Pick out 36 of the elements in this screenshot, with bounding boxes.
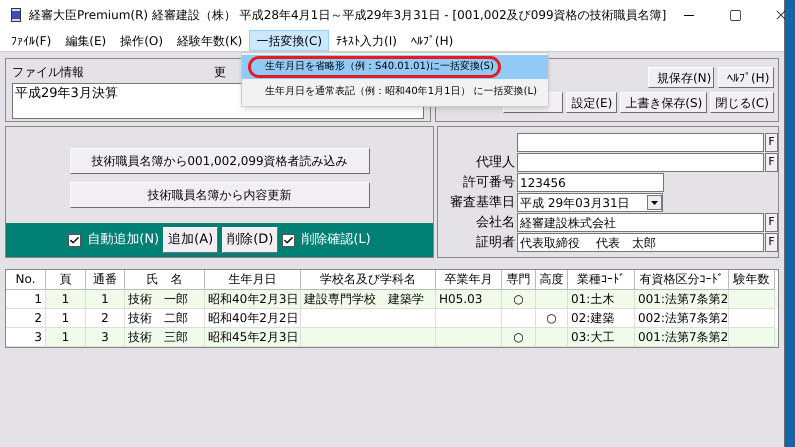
form-label: 審査基準日 (450, 194, 515, 212)
checkbox-label: 削除確認(L) (301, 231, 371, 250)
table-cell: ○ (513, 330, 524, 344)
table-cell: 2 (34, 311, 42, 325)
form-label: 証明者 (476, 234, 515, 252)
table-cell: ○ (546, 311, 557, 325)
table-cell: 1 (101, 292, 109, 306)
checkbox-label: 自動追加(N) (87, 231, 160, 250)
table-cell: 02:建築 (571, 311, 614, 325)
table-cell: 03:大工 (571, 330, 614, 344)
table-cell: 1 (62, 330, 70, 344)
table-cell: 3 (101, 330, 109, 344)
file-info-label: ファイル情報 (12, 64, 84, 81)
table-cell: 1 (62, 311, 70, 325)
table-cell: 01:土木 (571, 292, 614, 306)
table-cell: 技術 三郎 (128, 330, 188, 344)
table-cell: 昭和40年2月3日 (208, 292, 299, 306)
table-cell: 技術 二郎 (128, 311, 188, 325)
table-cell: H05.03 (439, 292, 482, 306)
table-cell: 昭和40年2月2日 (208, 311, 299, 325)
form-label: 代理人 (476, 154, 515, 172)
table-cell: 001:法第7条第2 (638, 292, 728, 306)
table-cell: 2 (101, 311, 109, 325)
table-cell: 001:法第7条第2 (638, 330, 728, 344)
table-cell: 3 (34, 330, 42, 344)
table-cell: 技術 一郎 (128, 292, 188, 306)
table-cell: 昭和45年2月3日 (208, 330, 299, 344)
window-title: 経審大臣Premium(R) 経審建設（株） 平成28年4月1日～平成29年3月31日 - [001,002及び099資格の技術職員名簿] (29, 7, 666, 24)
form-label: 会社名 (476, 214, 515, 232)
form-label: 許可番号 (463, 174, 515, 192)
table-cell: 1 (34, 292, 42, 306)
update-label: 更 (214, 64, 226, 81)
table-cell: ○ (513, 292, 524, 306)
table-cell: 建設専門学校 建築学 (304, 292, 424, 306)
table-cell: 002:法第7条第2 (638, 311, 728, 325)
table-cell: 1 (62, 292, 70, 306)
